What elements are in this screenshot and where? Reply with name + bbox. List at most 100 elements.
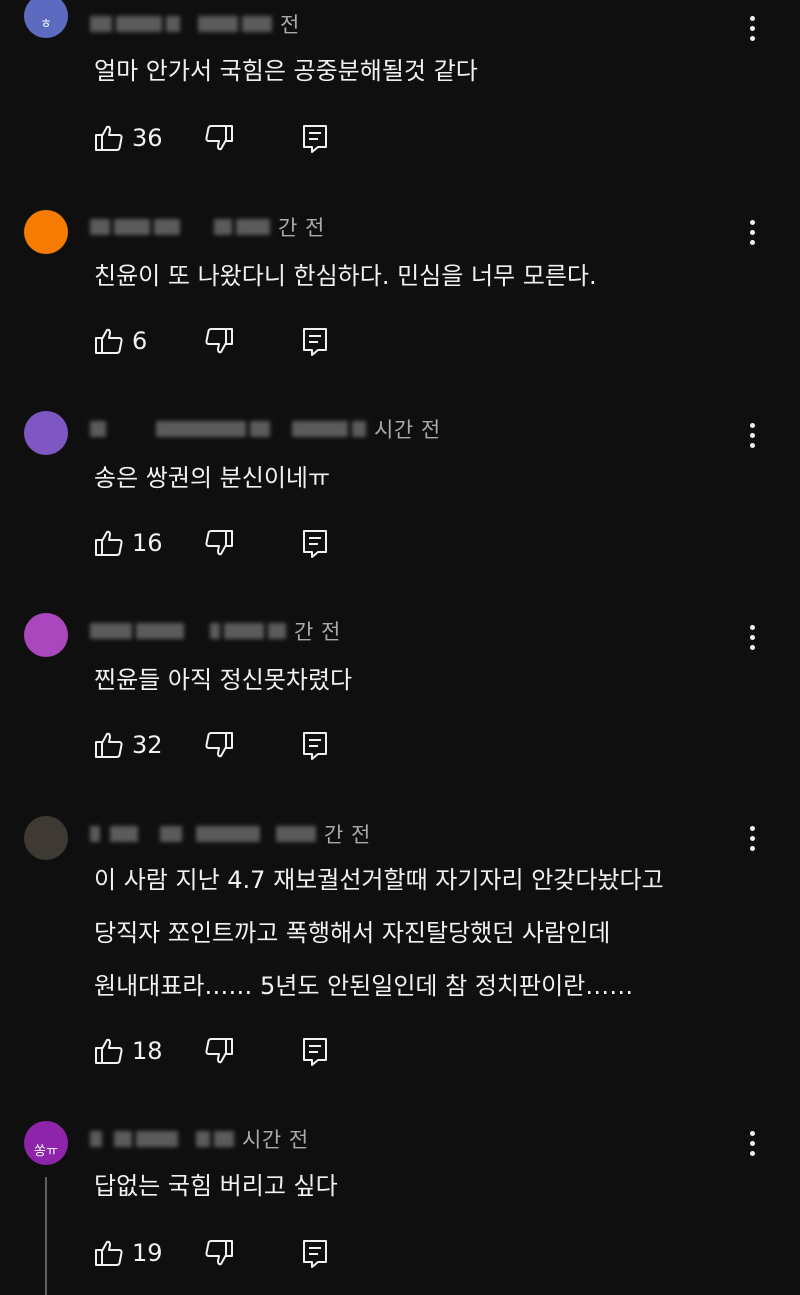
- reply-comment-icon[interactable]: [302, 124, 328, 154]
- comment-text: 답없는 국힘 버리고 싶다: [94, 1160, 740, 1213]
- blurred-author-name: [90, 219, 110, 235]
- avatar[interactable]: [24, 411, 68, 455]
- blurred-author-name: [166, 16, 180, 32]
- comment-text: 이 사람 지난 4.7 재보궐선거할때 자기자리 안갖다놨다고 당직자 쪼인트까…: [94, 854, 740, 1013]
- comment-text: 송은 쌍권의 분신이네ㅠ: [94, 452, 740, 505]
- like-count: 32: [132, 731, 163, 759]
- reply-comment-icon[interactable]: [302, 731, 328, 761]
- blurred-author-name: [276, 826, 316, 842]
- blurred-author-name: [250, 421, 270, 437]
- thumb-up-icon: [95, 732, 123, 758]
- more-options-button[interactable]: [740, 623, 764, 655]
- like-count: 18: [132, 1037, 163, 1065]
- like-button[interactable]: 6: [94, 327, 176, 355]
- more-options-button[interactable]: [740, 218, 764, 250]
- comment-actions: 6: [94, 321, 327, 361]
- blurred-author-name: [196, 1131, 210, 1147]
- blurred-author-name: [90, 826, 100, 842]
- thumb-down-icon[interactable]: [204, 1037, 234, 1065]
- avatar[interactable]: 쏭ㅠ: [24, 1121, 68, 1165]
- blurred-author-name: [236, 219, 270, 235]
- blurred-author-name: [224, 623, 264, 639]
- comment-time: 시간 전: [242, 1128, 309, 1152]
- avatar[interactable]: [24, 613, 68, 657]
- comment-meta: 시간 전: [90, 1127, 309, 1152]
- comment-time: 간 전: [294, 620, 341, 644]
- more-options-button[interactable]: [740, 421, 764, 453]
- comment-time: 간 전: [278, 216, 325, 240]
- blurred-author-name: [114, 219, 150, 235]
- comment-actions: 32: [94, 725, 327, 765]
- comment-time: 시간 전: [374, 418, 441, 442]
- comment-meta: 간 전: [90, 215, 325, 240]
- comment-time: 간 전: [324, 823, 371, 847]
- blurred-author-name: [154, 219, 180, 235]
- thumb-down-icon[interactable]: [204, 529, 234, 557]
- like-button[interactable]: 18: [94, 1037, 176, 1065]
- like-count: 16: [132, 529, 163, 557]
- reply-comment-icon[interactable]: [302, 1239, 328, 1269]
- thumb-up-icon: [95, 1038, 123, 1064]
- blurred-author-name: [90, 623, 132, 639]
- comment-meta: 간 전: [90, 619, 341, 644]
- comment-actions: 19: [94, 1233, 327, 1273]
- thumb-up-icon: [95, 530, 123, 556]
- blurred-author-name: [156, 421, 246, 437]
- like-button[interactable]: 36: [94, 124, 176, 152]
- thumb-down-icon[interactable]: [204, 731, 234, 759]
- blurred-author-name: [268, 623, 286, 639]
- comment-text-line: 얼마 안가서 국힘은 공중분해될것 같다: [94, 57, 478, 85]
- comment-text-line: 찐윤들 아직 정신못차렸다: [94, 666, 353, 694]
- blurred-author-name: [90, 421, 106, 437]
- comment-text: 찐윤들 아직 정신못차렸다: [94, 654, 740, 707]
- reply-thread-line: [45, 1177, 47, 1295]
- comment-text: 얼마 안가서 국힘은 공중분해될것 같다: [94, 45, 740, 98]
- comment-text-line: 원내대표라…… 5년도 안된일인데 참 정치판이란……: [94, 972, 634, 1000]
- more-options-button[interactable]: [740, 1129, 764, 1161]
- blurred-author-name: [196, 826, 260, 842]
- blurred-author-name: [242, 16, 272, 32]
- comment-actions: 18: [94, 1031, 327, 1071]
- avatar[interactable]: ㅎ: [24, 0, 68, 38]
- avatar[interactable]: [24, 816, 68, 860]
- blurred-author-name: [198, 16, 238, 32]
- blurred-author-name: [352, 421, 366, 437]
- thumb-up-icon: [95, 125, 123, 151]
- thumb-up-icon: [95, 1240, 123, 1266]
- blurred-author-name: [214, 1131, 234, 1147]
- more-options-button[interactable]: [740, 14, 764, 46]
- like-button[interactable]: 19: [94, 1239, 176, 1267]
- thumb-down-icon[interactable]: [204, 1239, 234, 1267]
- comment-text-line: 답없는 국힘 버리고 싶다: [94, 1172, 338, 1200]
- reply-comment-icon[interactable]: [302, 1037, 328, 1067]
- blurred-author-name: [90, 16, 112, 32]
- avatar-initial: 쏭ㅠ: [34, 1144, 58, 1159]
- blurred-author-name: [114, 1131, 132, 1147]
- like-count: 36: [132, 124, 163, 152]
- thumb-up-icon: [95, 328, 123, 354]
- blurred-author-name: [136, 623, 184, 639]
- thumb-down-icon[interactable]: [204, 124, 234, 152]
- blurred-author-name: [292, 421, 348, 437]
- comment-text-line: 친윤이 또 나왔다니 한심하다. 민심을 너무 모른다.: [94, 262, 597, 290]
- comment-text: 친윤이 또 나왔다니 한심하다. 민심을 너무 모른다.: [94, 250, 740, 303]
- avatar-initial: ㅎ: [40, 17, 52, 32]
- comment-meta: 전: [90, 12, 300, 37]
- comment-actions: 16: [94, 523, 327, 563]
- like-button[interactable]: 16: [94, 529, 176, 557]
- comment-text-line: 당직자 쪼인트까고 폭행해서 자진탈당했던 사람인데: [94, 919, 611, 947]
- reply-comment-icon[interactable]: [302, 327, 328, 357]
- like-button[interactable]: 32: [94, 731, 176, 759]
- reply-comment-icon[interactable]: [302, 529, 328, 559]
- blurred-author-name: [110, 826, 138, 842]
- avatar[interactable]: [24, 210, 68, 254]
- blurred-author-name: [136, 1131, 178, 1147]
- thumb-down-icon[interactable]: [204, 327, 234, 355]
- comment-actions: 36: [94, 118, 327, 158]
- blurred-author-name: [90, 1131, 102, 1147]
- comment-time: 전: [280, 13, 300, 37]
- blurred-author-name: [160, 826, 182, 842]
- comment-text-line: 송은 쌍권의 분신이네ㅠ: [94, 464, 331, 492]
- more-options-button[interactable]: [740, 824, 764, 856]
- like-count: 6: [132, 327, 148, 355]
